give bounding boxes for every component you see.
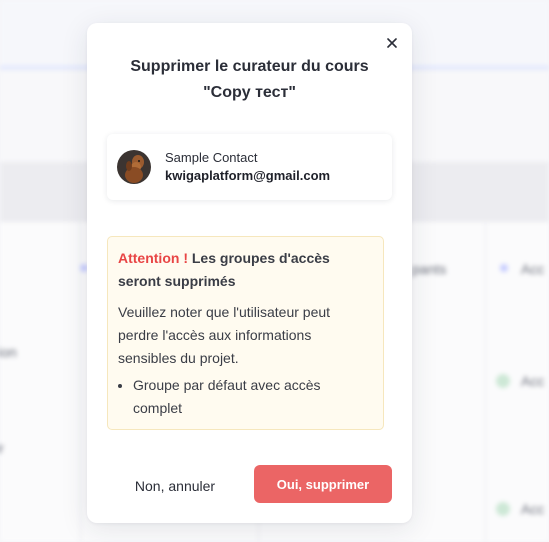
close-icon: [387, 38, 397, 48]
alert-heading: Attention ! Les groupes d'accès seront s…: [118, 247, 371, 293]
bg-row-text: Acc: [521, 373, 545, 389]
close-button[interactable]: [384, 35, 400, 51]
dog-avatar: [117, 150, 151, 184]
attention-label: Attention !: [118, 250, 188, 266]
delete-curator-modal: Supprimer le curateur du cours "Copy тес…: [87, 23, 412, 523]
contact-card: Sample Contact kwigaplatform@gmail.com: [107, 134, 392, 200]
bg-status-icon: [496, 374, 510, 388]
confirm-delete-button[interactable]: Oui, supprimer: [254, 465, 392, 503]
bg-divider: [485, 222, 486, 542]
bg-header-icon: [500, 264, 508, 272]
bg-row-text: ion: [0, 344, 17, 360]
bg-right-header: Acc: [521, 261, 545, 277]
alert-body: Veuillez noter que l'utilisateur peut pe…: [118, 304, 331, 366]
access-group-list: Groupe par défaut avec accès complet: [118, 374, 371, 420]
contact-name: Sample Contact: [165, 150, 258, 165]
warning-alert: Attention ! Les groupes d'accès seront s…: [107, 236, 384, 430]
bg-row-text: ir: [0, 440, 4, 456]
bg-row-text: Acc: [521, 501, 545, 517]
access-group-item: Groupe par défaut avec accès complet: [133, 374, 371, 420]
bg-status-icon: [496, 502, 510, 516]
bg-column-header: pants: [412, 261, 447, 277]
contact-email: kwigaplatform@gmail.com: [165, 168, 331, 183]
confirm-label: Oui, supprimer: [276, 476, 370, 492]
modal-title: Supprimer le curateur du cours "Copy тес…: [130, 58, 369, 101]
cancel-button[interactable]: Non, annuler: [125, 475, 225, 497]
